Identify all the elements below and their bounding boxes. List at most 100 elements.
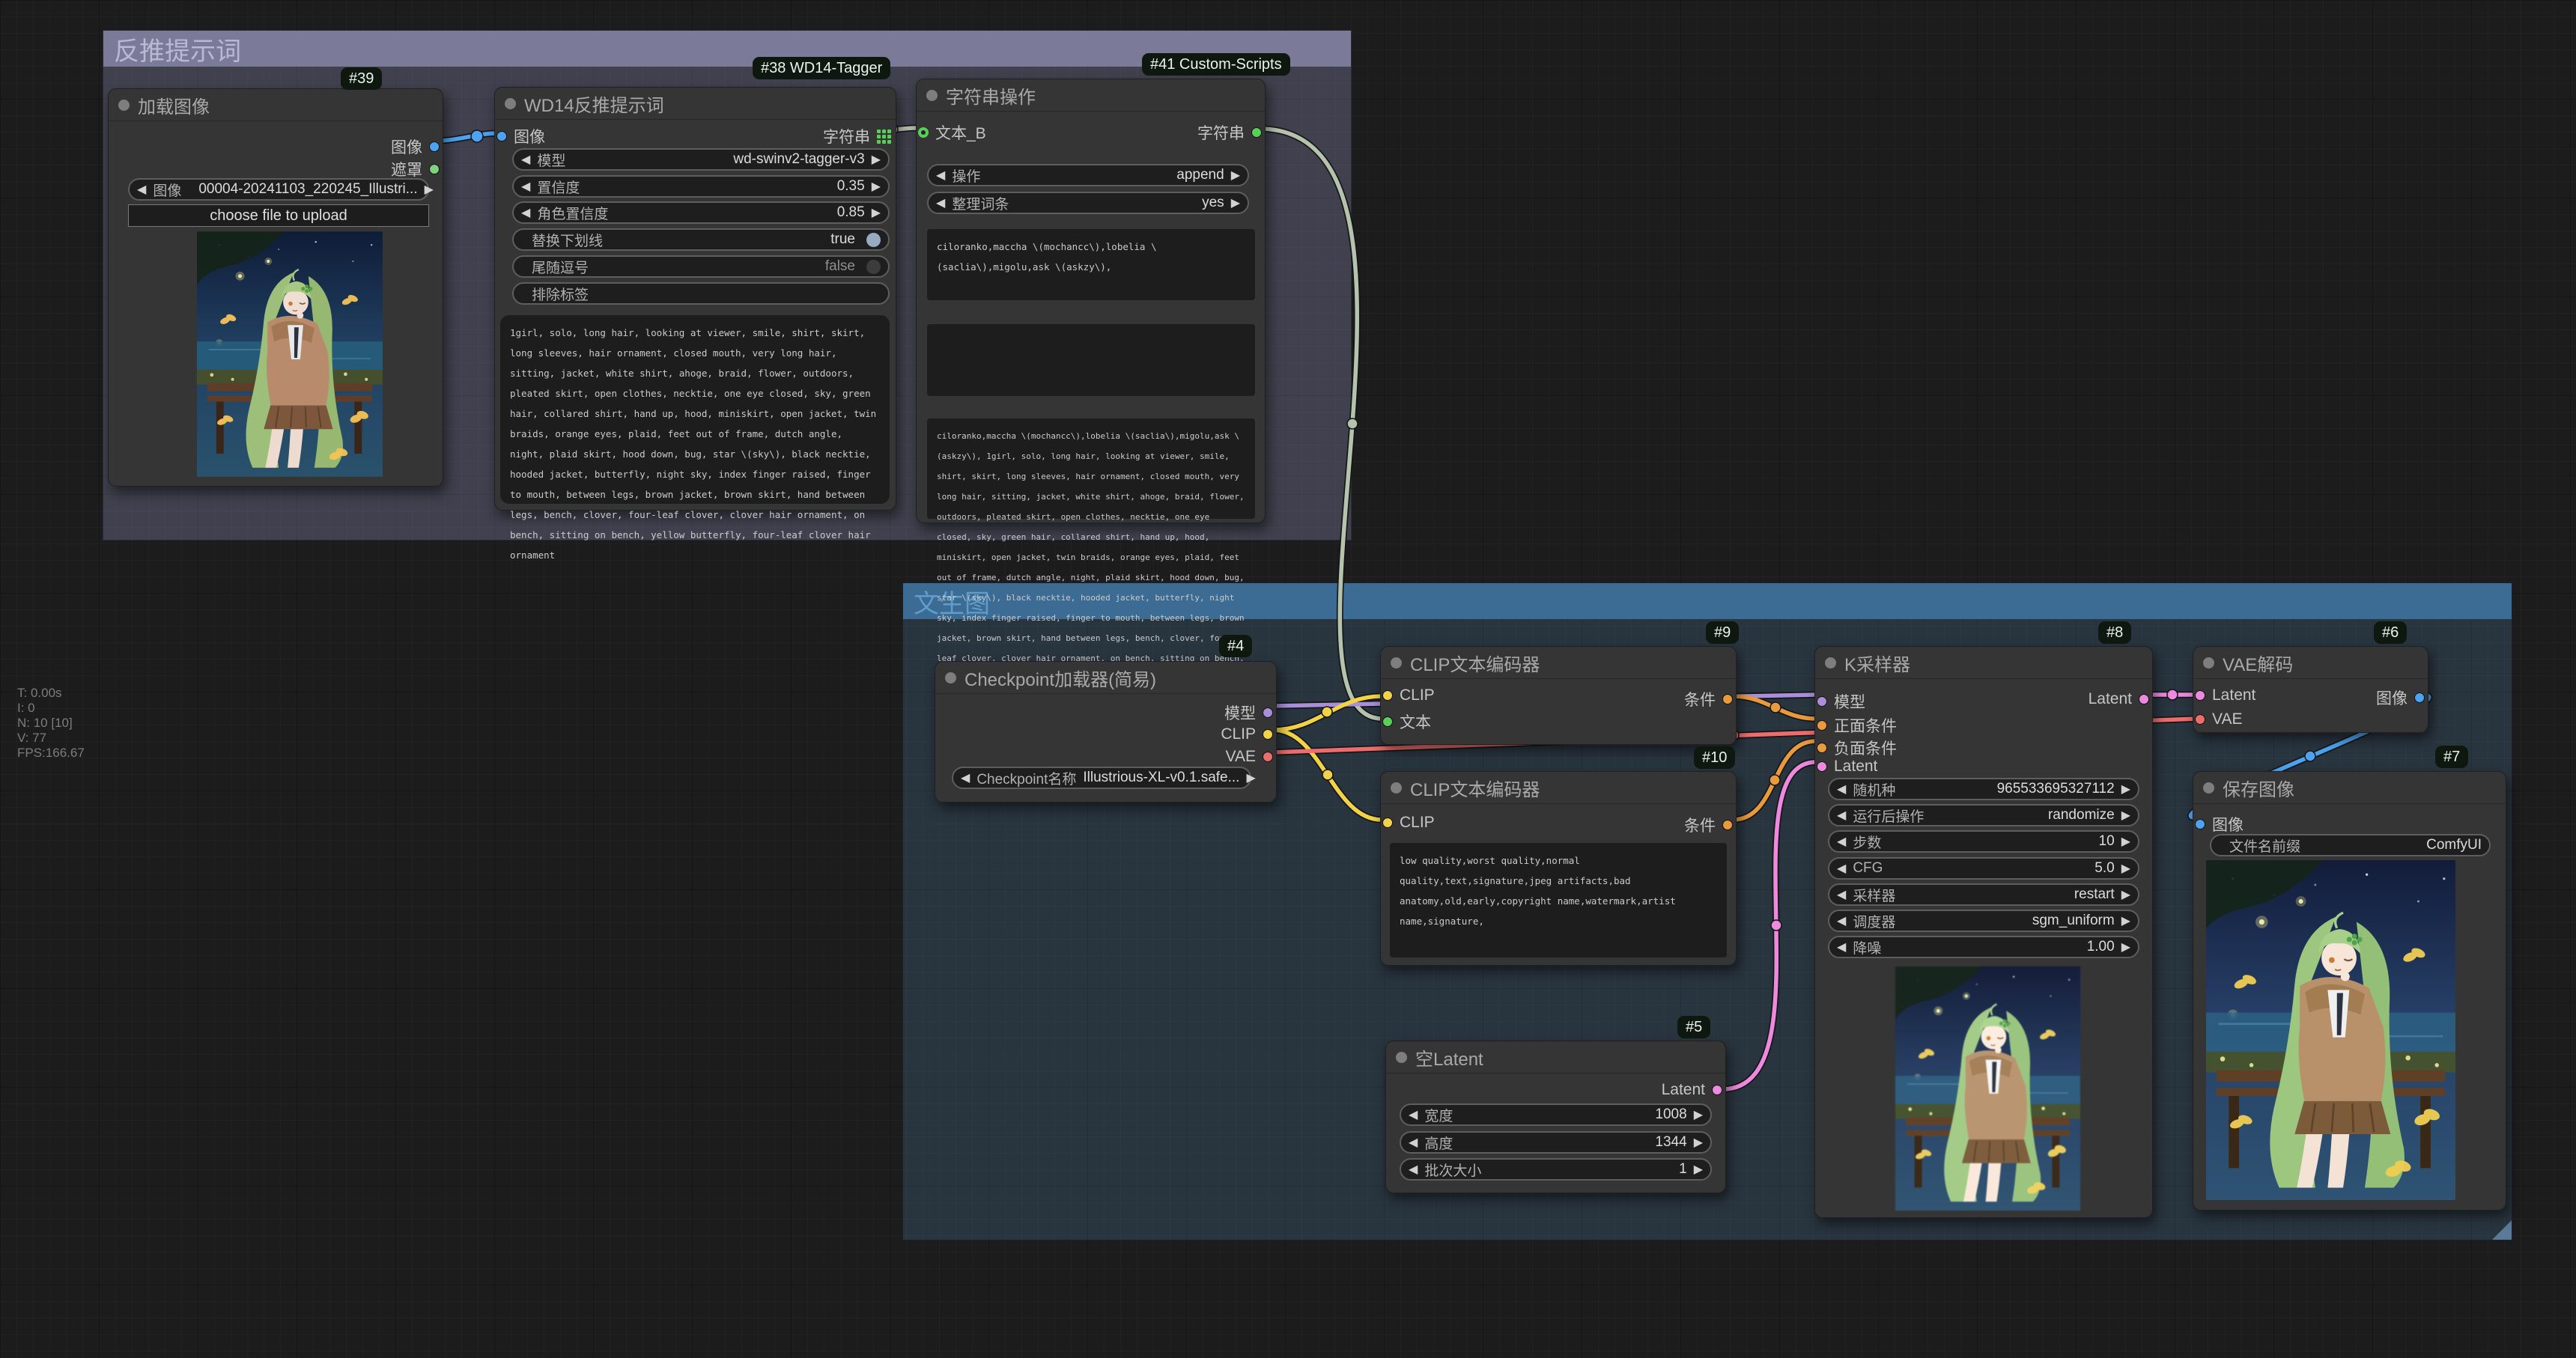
latent-slot-icon[interactable]: [2195, 690, 2205, 701]
increment-arrow-icon[interactable]: ▶: [1694, 1162, 1703, 1177]
decrement-arrow-icon[interactable]: ◀: [521, 152, 530, 167]
node-empty-latent[interactable]: 空Latent Latent ◀ 宽度 1008 ▶ ◀ 高度 1344 ▶ ◀…: [1385, 1041, 1726, 1193]
increment-arrow-icon[interactable]: ▶: [1231, 195, 1240, 210]
input-image[interactable]: 图像: [2195, 813, 2244, 835]
increment-arrow-icon[interactable]: ▶: [872, 152, 881, 167]
model-combo[interactable]: ◀ 模型 wd-swinv2-tagger-v3 ▶: [512, 148, 890, 171]
filename-prefix-field[interactable]: 文件名前缀 ComfyUI: [2210, 834, 2491, 856]
increment-arrow-icon[interactable]: ▶: [2121, 808, 2130, 823]
decrement-arrow-icon[interactable]: ◀: [1409, 1162, 1418, 1177]
input-clip[interactable]: CLIP: [1382, 814, 1435, 832]
latent-slot-icon[interactable]: [1712, 1085, 1722, 1095]
collapse-dot-icon[interactable]: [1391, 657, 1402, 669]
threshold-stepper[interactable]: ◀ 置信度 0.35 ▶: [512, 175, 890, 198]
collapse-dot-icon[interactable]: [2203, 782, 2214, 794]
node-string-operation[interactable]: 字符串操作 文本_B 字符串 ◀ 操作 append ▶ ◀ 整理词条 yes …: [916, 79, 1266, 523]
cfg-stepper[interactable]: ◀ CFG 5.0 ▶: [1828, 857, 2139, 880]
increment-arrow-icon[interactable]: ▶: [1246, 770, 1255, 785]
node-load-image[interactable]: 加载图像 图像 遮罩 ◀ 图像 00004-20241103_220245_Il…: [108, 88, 443, 487]
height-stepper[interactable]: ◀ 高度 1344 ▶: [1400, 1131, 1712, 1154]
node-vae-decode[interactable]: VAE解码 Latent VAE 图像: [2193, 646, 2428, 733]
output-image[interactable]: 图像: [2376, 686, 2425, 709]
width-stepper[interactable]: ◀ 宽度 1008 ▶: [1400, 1103, 1712, 1126]
latent-slot-icon[interactable]: [1817, 761, 1827, 772]
choose-file-button[interactable]: choose file to upload: [128, 204, 429, 227]
output-image[interactable]: 图像: [391, 136, 440, 158]
increment-arrow-icon[interactable]: ▶: [1694, 1107, 1703, 1122]
latent-slot-icon[interactable]: [2139, 694, 2149, 704]
output-latent[interactable]: Latent: [1662, 1081, 1722, 1099]
node-header[interactable]: 空Latent: [1386, 1041, 1725, 1074]
replace-underscore-toggle[interactable]: 替换下划线 true: [512, 228, 890, 251]
seed-stepper[interactable]: ◀ 随机种 965533695327112 ▶: [1828, 778, 2139, 800]
image-slot-icon[interactable]: [429, 141, 440, 152]
string-slot-icon[interactable]: [1382, 716, 1393, 727]
tidy-tags-combo[interactable]: ◀ 整理词条 yes ▶: [927, 192, 1249, 214]
decrement-arrow-icon[interactable]: ◀: [1837, 887, 1846, 902]
conditioning-slot-icon[interactable]: [1722, 694, 1733, 704]
denoise-stepper[interactable]: ◀ 降噪 1.00 ▶: [1828, 936, 2139, 958]
increment-arrow-icon[interactable]: ▶: [425, 182, 434, 197]
string-list-grid-icon[interactable]: [877, 130, 891, 144]
increment-arrow-icon[interactable]: ▶: [2121, 834, 2130, 849]
exclude-tags-field[interactable]: 排除标签: [512, 282, 890, 305]
output-model[interactable]: 模型: [1224, 701, 1273, 724]
vae-slot-icon[interactable]: [2195, 714, 2205, 725]
collapse-dot-icon[interactable]: [945, 672, 956, 683]
output-vae[interactable]: VAE: [1226, 748, 1273, 766]
collapse-dot-icon[interactable]: [118, 100, 130, 111]
conditioning-slot-icon[interactable]: [1817, 743, 1827, 753]
toggle-on-icon[interactable]: [866, 233, 881, 247]
vae-slot-icon[interactable]: [1263, 752, 1273, 762]
increment-arrow-icon[interactable]: ▶: [2121, 940, 2130, 954]
conditioning-slot-icon[interactable]: [1817, 720, 1827, 731]
decrement-arrow-icon[interactable]: ◀: [1837, 834, 1846, 849]
decrement-arrow-icon[interactable]: ◀: [521, 205, 530, 220]
input-positive[interactable]: 正面条件: [1817, 714, 1897, 737]
increment-arrow-icon[interactable]: ▶: [2121, 913, 2130, 928]
collapse-dot-icon[interactable]: [926, 90, 938, 101]
node-checkpoint-loader[interactable]: Checkpoint加载器(简易) 模型 CLIP VAE ◀ Checkpoi…: [935, 661, 1277, 803]
action-combo[interactable]: ◀ 操作 append ▶: [927, 164, 1249, 186]
node-header[interactable]: WD14反推提示词: [495, 88, 896, 120]
node-header[interactable]: CLIP文本编码器: [1381, 647, 1736, 679]
input-clip[interactable]: CLIP: [1382, 686, 1435, 704]
output-string[interactable]: 字符串: [1197, 121, 1262, 144]
decrement-arrow-icon[interactable]: ◀: [1409, 1135, 1418, 1150]
node-ksampler[interactable]: K采样器 模型 正面条件 负面条件 Latent Latent ◀ 随机种 96…: [1814, 646, 2153, 1218]
collapse-dot-icon[interactable]: [505, 98, 516, 109]
node-header[interactable]: CLIP文本编码器: [1381, 772, 1736, 804]
after-generate-combo[interactable]: ◀ 运行后操作 randomize ▶: [1828, 804, 2139, 826]
increment-arrow-icon[interactable]: ▶: [872, 205, 881, 220]
conditioning-slot-icon[interactable]: [1722, 820, 1733, 830]
output-string[interactable]: 字符串: [823, 125, 891, 147]
node-clip-encode-negative[interactable]: CLIP文本编码器 CLIP 条件 low quality,worst qual…: [1380, 771, 1737, 966]
input-text[interactable]: 文本: [1382, 710, 1431, 733]
sampler-combo[interactable]: ◀ 采样器 restart ▶: [1828, 883, 2139, 906]
trailing-comma-toggle[interactable]: 尾随逗号 false: [512, 255, 890, 278]
node-header[interactable]: 保存图像: [2193, 772, 2506, 804]
increment-arrow-icon[interactable]: ▶: [2121, 782, 2130, 797]
model-slot-icon[interactable]: [1817, 696, 1827, 707]
steps-stepper[interactable]: ◀ 步数 10 ▶: [1828, 830, 2139, 853]
mask-slot-icon[interactable]: [429, 164, 440, 174]
batch-size-stepper[interactable]: ◀ 批次大小 1 ▶: [1400, 1158, 1712, 1181]
node-header[interactable]: K采样器: [1815, 647, 2152, 679]
input-image[interactable]: 图像: [496, 125, 545, 147]
decrement-arrow-icon[interactable]: ◀: [137, 182, 146, 197]
input-latent[interactable]: Latent: [1817, 758, 1877, 776]
collapse-dot-icon[interactable]: [1396, 1052, 1407, 1063]
collapse-dot-icon[interactable]: [1391, 782, 1402, 794]
image-slot-icon[interactable]: [2195, 819, 2205, 829]
string-ring-slot-icon[interactable]: [918, 127, 929, 138]
increment-arrow-icon[interactable]: ▶: [2121, 887, 2130, 902]
negative-prompt-textarea[interactable]: low quality,worst quality,normal quality…: [1390, 843, 1727, 957]
collapse-dot-icon[interactable]: [1825, 657, 1836, 669]
node-clip-encode-positive[interactable]: CLIP文本编码器 CLIP 文本 条件: [1380, 646, 1737, 745]
clip-slot-icon[interactable]: [1382, 690, 1393, 701]
input-vae[interactable]: VAE: [2195, 710, 2242, 728]
result-textarea[interactable]: ciloranko,maccha \(mochancc\),lobelia \(…: [927, 418, 1255, 519]
decrement-arrow-icon[interactable]: ◀: [961, 770, 970, 785]
text-a-textarea[interactable]: ciloranko,maccha \(mochancc\),lobelia \(…: [927, 229, 1255, 300]
decrement-arrow-icon[interactable]: ◀: [936, 168, 945, 183]
